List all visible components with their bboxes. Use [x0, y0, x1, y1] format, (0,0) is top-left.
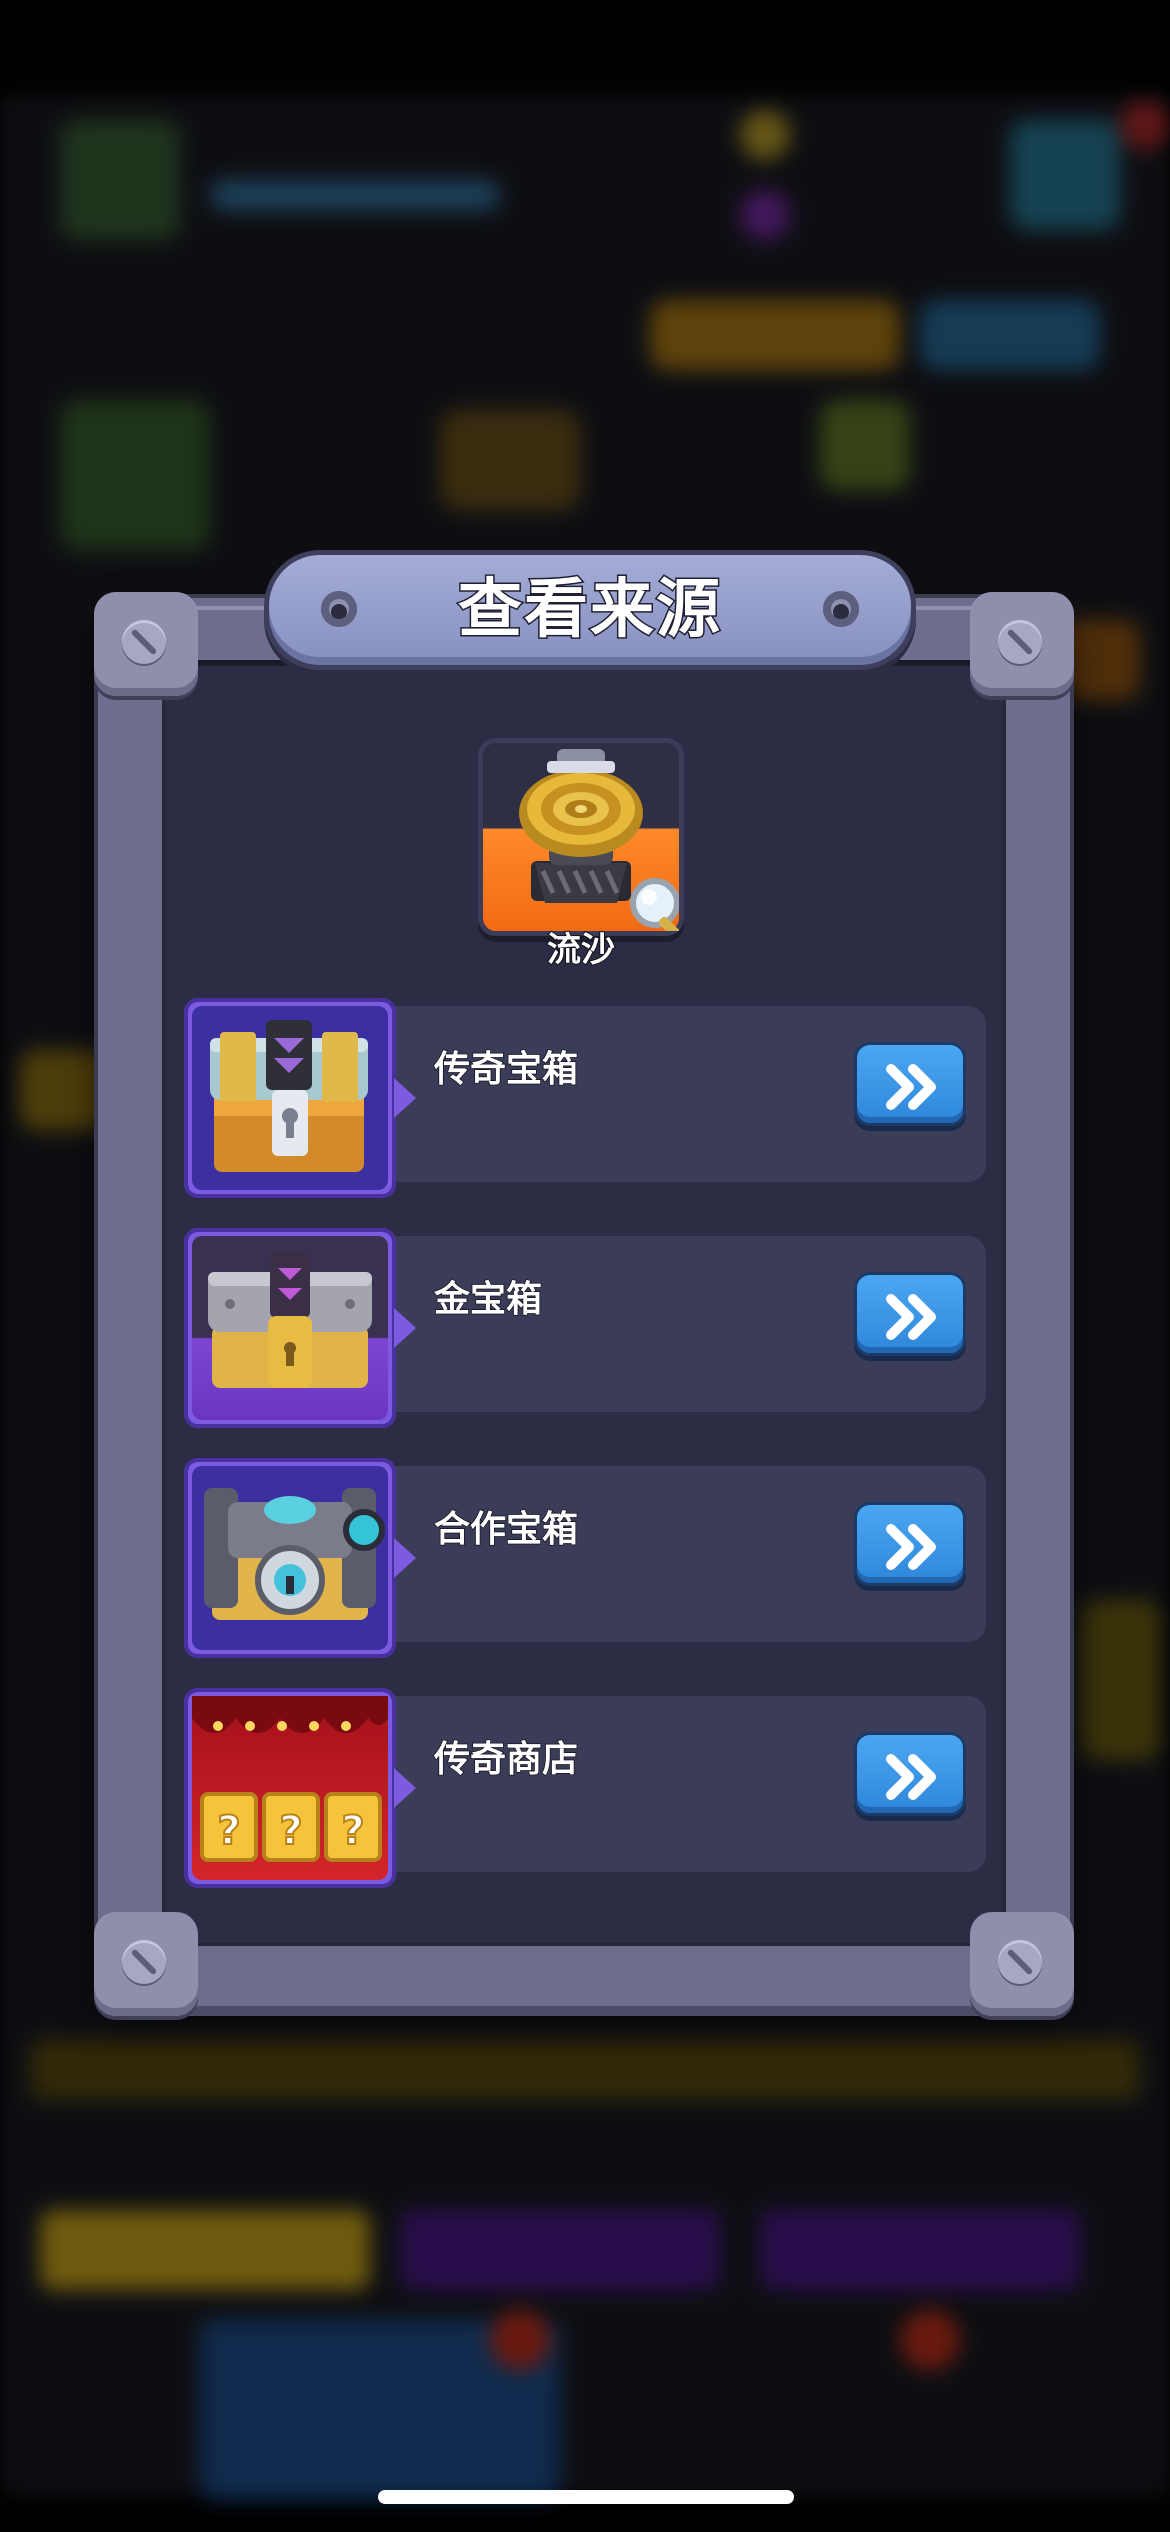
svg-text:?: ? — [217, 1808, 240, 1854]
svg-text:?: ? — [279, 1808, 302, 1854]
source-row-legendary-shop[interactable]: ? ? ? 传奇商店 — [184, 1688, 986, 1888]
home-indicator[interactable] — [378, 2490, 794, 2504]
coop-chest-icon — [184, 1458, 396, 1658]
quicksand-trap-icon — [519, 749, 679, 931]
gold-chest-icon — [184, 1228, 396, 1428]
source-label: 传奇商店 — [433, 1738, 579, 1781]
item-name: 流沙 — [546, 929, 616, 971]
double-chevron-right-icon — [886, 1294, 936, 1340]
corner-bolt-icon — [970, 592, 1074, 696]
corner-bolt-icon — [970, 1912, 1074, 2016]
source-row-gold-chest[interactable]: 金宝箱 — [184, 1228, 986, 1428]
item-card[interactable] — [478, 738, 684, 936]
legendary-shop-icon: ? ? ? — [184, 1688, 396, 1888]
corner-bolt-icon — [94, 592, 198, 696]
go-button[interactable] — [854, 1042, 966, 1126]
source-row-legendary-chest[interactable]: 传奇宝箱 — [184, 998, 986, 1198]
go-button[interactable] — [854, 1502, 966, 1586]
source-label: 合作宝箱 — [433, 1508, 579, 1551]
double-chevron-right-icon — [886, 1754, 936, 1800]
source-label: 金宝箱 — [433, 1278, 543, 1321]
go-button[interactable] — [854, 1732, 966, 1816]
title-plaque: 查看来源 — [264, 550, 916, 670]
dialog-title: 查看来源 — [457, 572, 722, 649]
source-row-coop-chest[interactable]: 合作宝箱 — [184, 1458, 986, 1658]
double-chevron-right-icon — [886, 1524, 936, 1570]
svg-text:?: ? — [341, 1808, 364, 1854]
screen: 查看来源 流沙 传奇宝箱 金宝箱 合作宝箱 ? ? ? 传奇商店 — [0, 0, 1170, 2532]
legendary-chest-icon — [184, 998, 396, 1198]
source-label: 传奇宝箱 — [433, 1048, 579, 1091]
double-chevron-right-icon — [886, 1064, 936, 1110]
corner-bolt-icon — [94, 1912, 198, 2016]
go-button[interactable] — [854, 1272, 966, 1356]
